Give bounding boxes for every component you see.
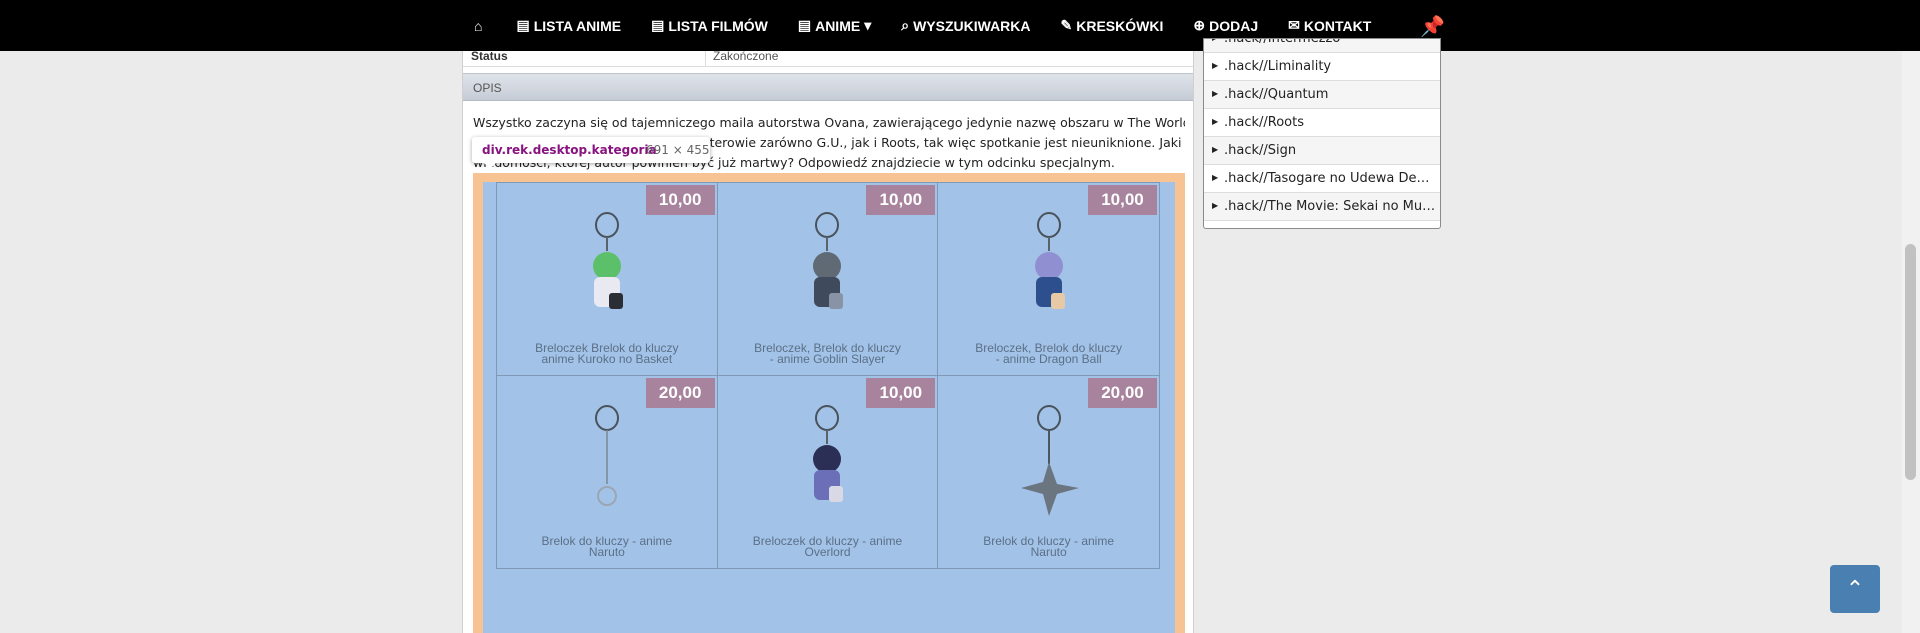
related-titles-list: ▶ .hack//Intermezzo ▶ .hack//Liminality ▶ .ha… <box>1203 38 1441 229</box>
devtools-inspector-tooltip: div.rek.desktop.kategoria 691 × 455 <box>472 137 710 169</box>
nav-item[interactable]: ✉ KONTAKT <box>1288 17 1371 34</box>
product-image[interactable] <box>557 211 657 331</box>
list-item-label: .hack//Sign <box>1224 143 1297 158</box>
product-caption-line: - anime Dragon Ball <box>995 352 1102 366</box>
list-item[interactable]: ▶ .hack//Roots <box>1204 109 1440 137</box>
caret-right-icon: ▶ <box>1212 39 1218 42</box>
product-caption[interactable]: Breloczek, Brelok do kluczy - anime Drago… <box>948 342 1149 366</box>
nav-item-label: LISTA FILMÓW <box>668 17 768 34</box>
caret-right-icon: ▶ <box>1212 173 1219 182</box>
list-item-label: .hack//Liminality <box>1224 59 1332 74</box>
chevron-up-icon: ⌃ <box>1845 576 1865 601</box>
pin-icon[interactable]: 📌 <box>1420 14 1445 39</box>
nav-item-label: DODAJ <box>1209 17 1259 34</box>
product-card[interactable]: 10,00 Breloczek, Brelok do kluczy - anime … <box>938 183 1159 376</box>
nav-item[interactable]: ▤ ANIME ▾ <box>798 17 871 34</box>
scrollbar-thumb[interactable] <box>1905 244 1916 480</box>
list-item[interactable]: ▶ .hack//Liminality <box>1204 53 1440 81</box>
nav-home[interactable]: ⌂ <box>474 18 486 34</box>
product-card[interactable]: 10,00 Breloczek Brelok do kluczy anime Kur… <box>497 183 718 376</box>
plus-circle-icon: ⊕ <box>1193 17 1206 33</box>
product-caption-line: Naruto <box>588 544 625 559</box>
caret-right-icon: ▶ <box>1212 89 1219 98</box>
nav-item-label: LISTA ANIME <box>533 17 622 34</box>
product-card[interactable]: 20,00 Brelok do kluczy - anime Naruto <box>938 376 1159 569</box>
product-card[interactable]: 10,00 Breloczek, Brelok do kluczy - anime … <box>717 183 939 376</box>
product-image[interactable] <box>999 211 1099 331</box>
envelope-icon: ✉ <box>1288 17 1300 33</box>
nav-item[interactable]: ⊕ DODAJ <box>1193 17 1258 34</box>
divider <box>705 51 706 67</box>
search-icon: ⌕ <box>901 17 910 33</box>
product-caption[interactable]: Breloczek, Brelok do kluczy - anime Gobli… <box>728 342 928 366</box>
nav-item-label: ANIME <box>815 17 861 34</box>
product-caption-line: anime Kuroko no Basket <box>541 352 673 366</box>
caret-right-icon: ▶ <box>1212 61 1219 70</box>
list-item-label: .hack//Roots <box>1224 115 1304 130</box>
nav-item-label: KONTAKT <box>1303 17 1372 34</box>
product-image[interactable] <box>557 404 657 524</box>
caret-right-icon: ▶ <box>1212 145 1219 154</box>
list-item[interactable]: ▶ .hack//Tasogare no Udewa Densetsu <box>1204 165 1440 193</box>
edit-icon: ✎ <box>1060 17 1073 33</box>
list-item-label: .hack//Intermezzo <box>1224 38 1341 46</box>
caret-down-icon: ▾ <box>864 17 872 33</box>
nav-item[interactable]: ▤ LISTA FILMÓW <box>651 17 768 34</box>
list-item-label: .hack//Tasogare no Udewa Densetsu <box>1224 171 1436 186</box>
product-caption[interactable]: Brelok do kluczy - anime Naruto <box>507 535 707 559</box>
list-item[interactable]: ▶ .hack//The Movie: Sekai no Mukou ni <box>1204 193 1440 221</box>
product-image[interactable] <box>777 211 877 331</box>
product-card[interactable]: 10,00 Breloczek do kluczy - anime Overlord <box>718 375 939 568</box>
product-caption-line: Overlord <box>804 544 851 559</box>
caret-right-icon: ▶ <box>1212 201 1219 210</box>
nav-item[interactable]: ⌕ WYSZUKIWARKA <box>901 17 1030 34</box>
list-item-label: .hack//The Movie: Sekai no Mukou ni <box>1224 199 1436 214</box>
film-icon: ▤ <box>516 17 530 33</box>
product-card[interactable]: 20,00 Brelok do kluczy - anime Naruto <box>497 375 718 568</box>
list-item-label: .hack//Quantum <box>1224 87 1329 102</box>
nav-item[interactable]: ✎ KRESKÓWKI <box>1061 17 1164 34</box>
product-image[interactable] <box>999 404 1099 524</box>
film-icon: ▤ <box>651 17 665 33</box>
product-caption[interactable]: Breloczek do kluczy - anime Overlord <box>728 535 928 559</box>
product-caption-line: Naruto <box>1030 544 1067 559</box>
product-grid: 10,00 Breloczek Brelok do kluczy anime Kur… <box>496 182 1160 569</box>
status-label: Status <box>471 49 508 63</box>
product-image[interactable] <box>777 404 877 524</box>
inspector-dimensions: 691 × 455 <box>646 143 710 157</box>
product-caption[interactable]: Breloczek Brelok do kluczy anime Kuroko n… <box>507 342 707 366</box>
scroll-to-top-button[interactable]: ⌃ <box>1830 565 1880 613</box>
section-header: OPIS <box>463 73 1193 101</box>
home-icon: ⌂ <box>474 17 483 34</box>
product-caption[interactable]: Brelok do kluczy - anime Naruto <box>948 535 1149 559</box>
top-navbar: ⌂ ▤ LISTA ANIME ▤ LISTA FILMÓW ▤ ANIME ▾ ⌕ WYSZUK… <box>0 0 1920 51</box>
description-line: Wszystko zaczyna się od tajemniczego mai… <box>473 115 1185 130</box>
status-value: Zakończone <box>713 49 779 63</box>
inspector-selector: div.rek.desktop.kategoria <box>482 143 657 157</box>
nav-item-label: KRESKÓWKI <box>1076 17 1164 34</box>
section-title: OPIS <box>473 81 502 95</box>
list-item[interactable]: ▶ .hack//Intermezzo <box>1204 38 1440 53</box>
list-item[interactable]: ▶ .hack//Sign <box>1204 137 1440 165</box>
status-row: Status Zakończone <box>463 49 1193 67</box>
list-item[interactable]: ▶ .hack//Quantum <box>1204 81 1440 109</box>
page-scrollbar[interactable] <box>1902 51 1920 633</box>
nav-item[interactable]: ▤ LISTA ANIME <box>516 17 621 34</box>
caret-right-icon: ▶ <box>1212 117 1219 126</box>
product-caption-line: - anime Goblin Slayer <box>769 352 886 366</box>
nav-item-label: WYSZUKIWARKA <box>913 17 1031 34</box>
film-icon: ▤ <box>797 17 812 33</box>
